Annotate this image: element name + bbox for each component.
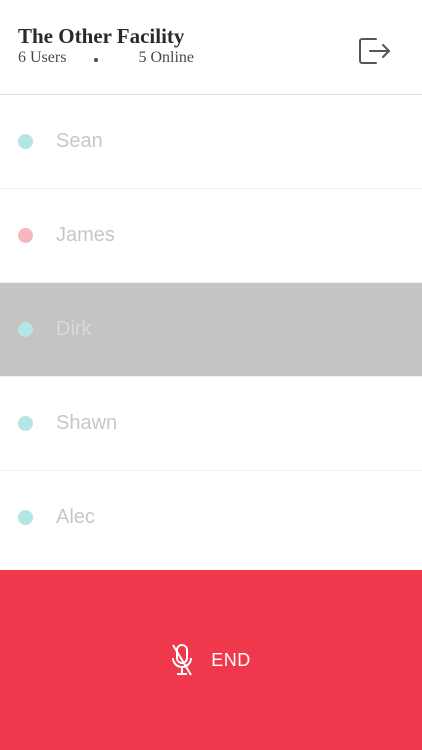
user-name: Dirk	[56, 318, 92, 340]
status-dot	[18, 134, 33, 149]
user-name: James	[56, 224, 115, 246]
end-call-content: END	[171, 643, 251, 677]
user-name: Alec	[56, 506, 95, 528]
user-list: Sean James Dirk Shawn Alec	[0, 95, 422, 564]
facility-stats: 6 Users 5 Online	[18, 49, 194, 67]
user-row[interactable]: Dirk	[0, 283, 422, 377]
online-count: 5 Online	[138, 49, 194, 66]
logout-icon[interactable]	[358, 36, 392, 66]
end-call-button[interactable]: END	[0, 570, 422, 750]
header: The Other Facility 6 Users 5 Online	[0, 0, 422, 95]
user-row[interactable]: Sean	[0, 95, 422, 189]
status-dot	[18, 322, 33, 337]
mic-off-icon	[172, 644, 193, 676]
user-name: Sean	[56, 130, 103, 152]
user-row[interactable]: Alec	[0, 471, 422, 564]
status-dot	[18, 228, 33, 243]
user-row[interactable]: Shawn	[0, 377, 422, 471]
status-dot	[18, 510, 33, 525]
user-name: Shawn	[56, 412, 118, 434]
user-row[interactable]: James	[0, 189, 422, 283]
separator-dot	[94, 58, 99, 62]
end-label: END	[211, 649, 251, 670]
status-dot	[18, 416, 33, 431]
page-title: The Other Facility	[18, 24, 185, 48]
users-count: 6 Users	[18, 49, 67, 66]
